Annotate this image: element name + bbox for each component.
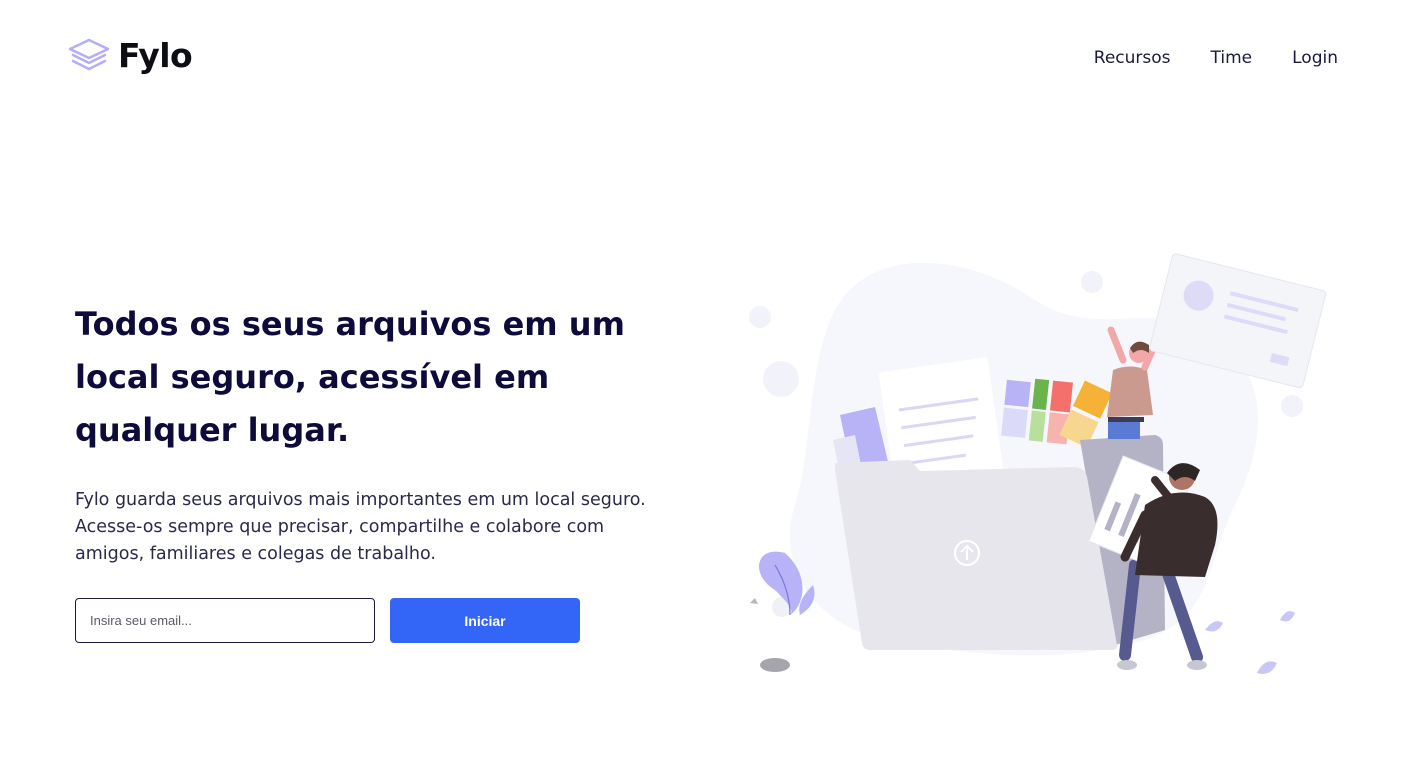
brand-logo[interactable]: Fylo	[68, 36, 193, 75]
landing-page: Fylo Recursos Time Login Todos os seus a…	[0, 0, 1407, 780]
hero-title: Todos os seus arquivos em um local segur…	[75, 305, 625, 449]
nav-link-time[interactable]: Time	[1211, 48, 1253, 68]
start-button[interactable]: Iniciar	[390, 598, 580, 643]
brand-name: Fylo	[118, 36, 193, 75]
nav-link-login[interactable]: Login	[1292, 48, 1338, 68]
stacked-layers-icon	[68, 38, 110, 70]
top-nav: Recursos Time Login	[1094, 48, 1338, 68]
hero-description: Fylo guarda seus arquivos mais important…	[75, 490, 646, 564]
nav-link-recursos[interactable]: Recursos	[1094, 48, 1171, 68]
email-input[interactable]	[75, 598, 375, 643]
file-upload-illustration	[749, 253, 1327, 674]
